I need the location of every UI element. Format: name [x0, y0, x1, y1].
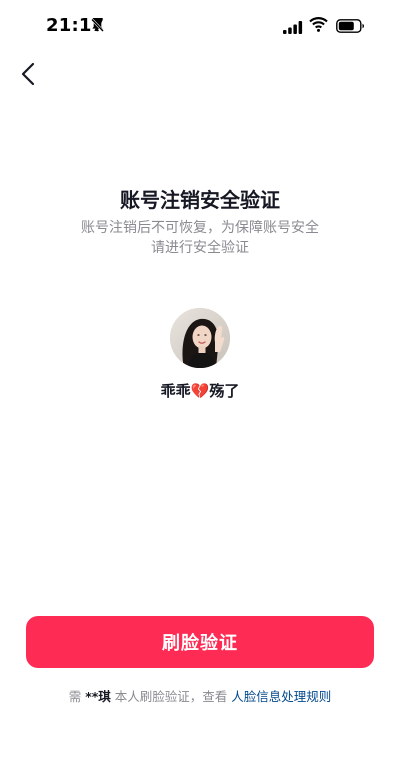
masked-name: **琪 — [85, 689, 111, 704]
avatar — [170, 308, 230, 368]
face-info-policy-link[interactable]: 人脸信息处理规则 — [231, 689, 331, 704]
footer-middle: 本人刷脸验证，查看 — [110, 689, 232, 704]
footer-note: 需 **琪 本人刷脸验证，查看 人脸信息处理规则 — [0, 686, 400, 705]
bell-slash-icon — [90, 18, 105, 33]
signal-icon — [283, 19, 303, 38]
footer-prefix: 需 — [68, 689, 86, 704]
status-bar: 21:17 — [0, 0, 400, 54]
username: 乖乖💔殇了 — [160, 382, 240, 400]
page-subtitle: 账号注销后不可恢复，为保障账号安全 请进行安全验证 — [0, 218, 400, 258]
face-verify-button[interactable]: 刷脸验证 — [26, 616, 374, 668]
wifi-icon — [309, 17, 328, 36]
page-title: 账号注销安全验证 — [120, 188, 280, 212]
chevron-left-icon — [21, 62, 35, 90]
subtitle-line-2: 请进行安全验证 — [151, 240, 249, 256]
back-button[interactable] — [12, 60, 44, 92]
battery-icon — [336, 18, 365, 37]
subtitle-line-1: 账号注销后不可恢复，为保障账号安全 — [81, 220, 319, 236]
